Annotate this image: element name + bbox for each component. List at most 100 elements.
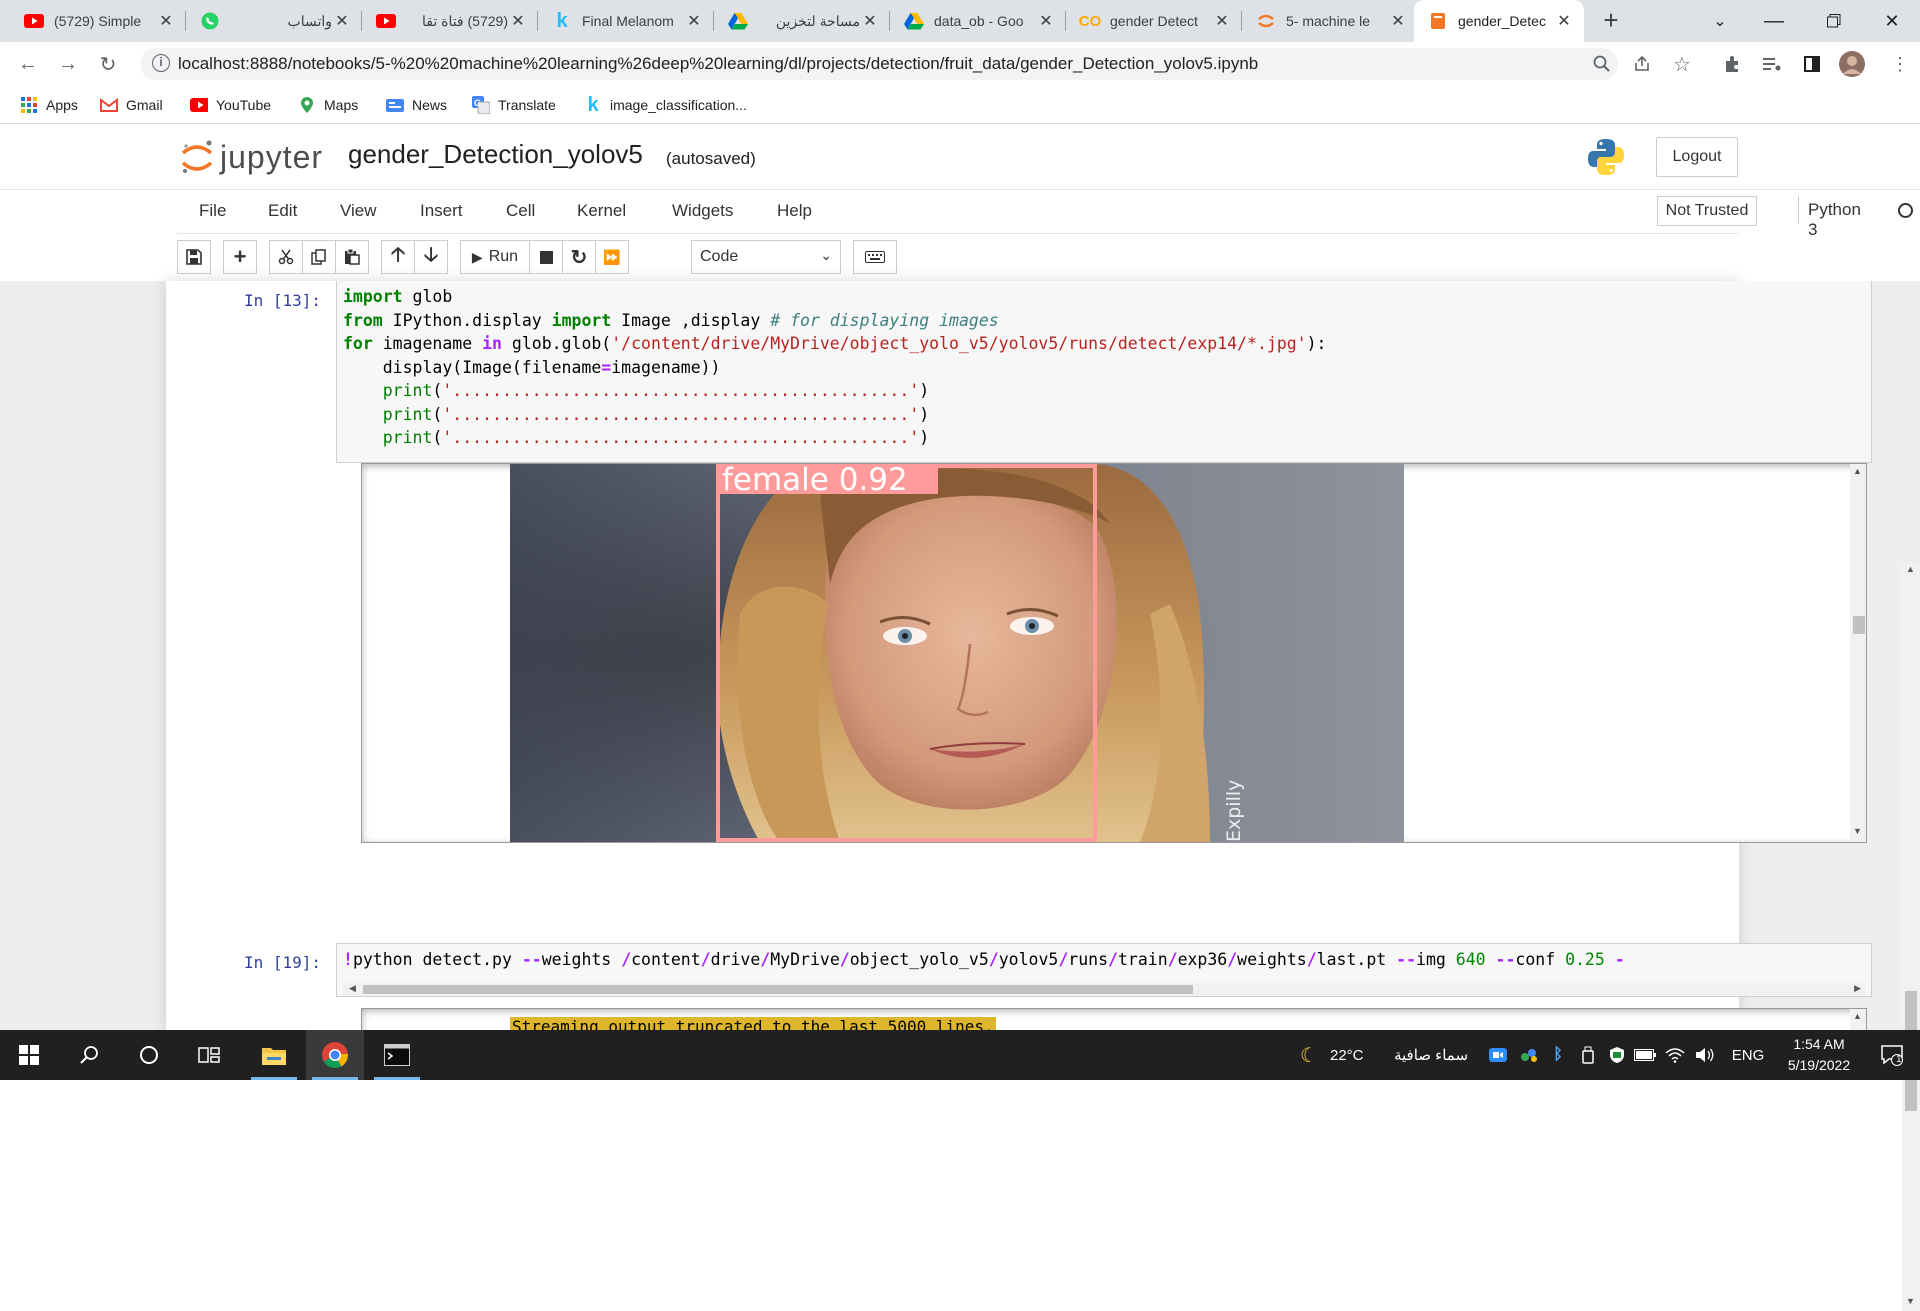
menu-insert[interactable]: Insert: [420, 201, 463, 221]
close-tab-icon[interactable]: ✕: [1388, 11, 1408, 31]
close-tab-icon[interactable]: ✕: [332, 11, 352, 31]
zoom-meetings-icon[interactable]: [1488, 1030, 1508, 1080]
volume-icon[interactable]: [1694, 1030, 1716, 1080]
colab-icon: CO: [1078, 12, 1102, 30]
save-icon[interactable]: [177, 240, 211, 274]
minimize-icon[interactable]: —: [1746, 0, 1802, 42]
logout-button[interactable]: Logout: [1656, 137, 1738, 177]
menu-cell[interactable]: Cell: [506, 201, 535, 221]
copy-icon[interactable]: [302, 240, 336, 274]
menu-view[interactable]: View: [340, 201, 377, 221]
page-scrollbar[interactable]: ▲ ▼: [1902, 562, 1920, 1311]
interrupt-kernel-icon[interactable]: [529, 240, 563, 274]
share-icon[interactable]: [1628, 50, 1656, 78]
menu-kernel[interactable]: Kernel: [577, 201, 626, 221]
close-tab-icon[interactable]: ✕: [156, 11, 176, 31]
jupyter-logo[interactable]: jupyter: [180, 137, 323, 177]
input-language[interactable]: ENG: [1728, 1030, 1768, 1080]
command-palette-keyboard-icon[interactable]: [853, 240, 897, 274]
bookmarks-bar: Apps Gmail YouTube Maps News G Translate…: [0, 86, 1920, 124]
tab-gender-detection-active[interactable]: gender_Detec ✕: [1414, 0, 1584, 42]
output-scrollbar[interactable]: ▲ ▼: [1850, 464, 1866, 842]
move-up-icon[interactable]: 🡡: [381, 240, 415, 274]
bookmark-star-icon[interactable]: ☆: [1668, 50, 1696, 78]
battery-icon[interactable]: [1634, 1030, 1656, 1080]
close-tab-icon[interactable]: ✕: [684, 11, 704, 31]
reload-icon[interactable]: ↻: [94, 50, 122, 78]
windows-start-icon[interactable]: [0, 1030, 58, 1080]
usb-device-icon[interactable]: [1578, 1030, 1598, 1080]
bookmark-image-classification[interactable]: k image_classification...: [584, 86, 747, 124]
menu-file[interactable]: File: [199, 201, 226, 221]
tab-kaggle-melanoma[interactable]: k Final Melanom ✕: [538, 0, 714, 42]
side-panel-icon[interactable]: [1798, 50, 1826, 78]
search-icon[interactable]: [60, 1030, 118, 1080]
bookmark-translate[interactable]: G Translate: [472, 86, 556, 124]
bookmark-apps[interactable]: Apps: [20, 86, 78, 124]
bookmark-news[interactable]: News: [386, 86, 447, 124]
detection-label: female 0.92: [722, 464, 908, 498]
security-shield-icon[interactable]: [1606, 1030, 1628, 1080]
translate-icon: G: [472, 96, 490, 114]
wifi-icon[interactable]: [1664, 1030, 1686, 1080]
cell-output-scroll-area[interactable]: female 0.92 Expilly ▲ ▼: [361, 463, 1867, 843]
notebook-container: In [13]: import glob from IPython.displa…: [0, 281, 1920, 1311]
close-tab-icon[interactable]: ✕: [1212, 11, 1232, 31]
notebook-name[interactable]: gender_Detection_yolov5: [348, 139, 643, 170]
menu-edit[interactable]: Edit: [268, 201, 297, 221]
file-explorer-icon[interactable]: [245, 1030, 303, 1080]
back-icon[interactable]: ←: [14, 50, 42, 78]
profile-avatar[interactable]: [1838, 50, 1866, 78]
bookmark-youtube[interactable]: YouTube: [190, 86, 271, 124]
code-cell-input[interactable]: import glob from IPython.display import …: [336, 281, 1872, 463]
cut-icon[interactable]: [269, 240, 303, 274]
close-tab-icon[interactable]: ✕: [508, 11, 528, 31]
tab-drive-storage[interactable]: مساحة لتخزين ✕: [714, 0, 890, 42]
move-down-icon[interactable]: 🡣: [414, 240, 448, 274]
code-horizontal-scrollbar[interactable]: ◀ ▶: [343, 983, 1865, 996]
extensions-icon[interactable]: [1718, 50, 1746, 78]
notification-center-icon[interactable]: 1: [1872, 1030, 1912, 1080]
cell-type-select[interactable]: Code ⌄: [691, 240, 841, 274]
chrome-menu-icon[interactable]: ⋮: [1886, 50, 1914, 78]
close-tab-icon[interactable]: ✕: [1554, 11, 1574, 31]
paste-icon[interactable]: [335, 240, 369, 274]
forward-icon[interactable]: →: [54, 50, 82, 78]
insert-cell-icon[interactable]: +: [223, 240, 257, 274]
network-share-icon[interactable]: [1518, 1030, 1540, 1080]
menu-widgets[interactable]: Widgets: [672, 201, 733, 221]
trust-status-button[interactable]: Not Trusted: [1657, 196, 1757, 226]
bluetooth-icon[interactable]: ᛒ: [1548, 1030, 1568, 1080]
site-info-icon[interactable]: i: [152, 54, 170, 72]
tab-search-icon[interactable]: ⌄: [1692, 0, 1748, 42]
weather-temperature[interactable]: 22°C: [1330, 1030, 1364, 1080]
address-bar[interactable]: i localhost:8888/notebooks/5-%20%20machi…: [140, 48, 1618, 80]
close-tab-icon[interactable]: ✕: [1036, 11, 1056, 31]
system-clock[interactable]: 1:54 AM 5/19/2022: [1774, 1034, 1864, 1076]
image-watermark: Expilly: [1223, 780, 1245, 842]
restore-icon[interactable]: [1806, 0, 1862, 42]
restart-kernel-icon[interactable]: ↻: [562, 240, 596, 274]
menu-help[interactable]: Help: [777, 201, 812, 221]
reading-list-icon[interactable]: [1758, 50, 1786, 78]
close-tab-icon[interactable]: ✕: [860, 11, 880, 31]
tab-youtube-simple[interactable]: (5729) Simple ✕: [10, 0, 186, 42]
bookmark-gmail[interactable]: Gmail: [100, 86, 163, 124]
weather-description[interactable]: سماء صافية: [1386, 1030, 1476, 1080]
chrome-icon[interactable]: [306, 1030, 364, 1080]
tab-whatsapp[interactable]: واتساب ✕: [186, 0, 362, 42]
tab-youtube-arabic[interactable]: (5729) فتاة تقا ✕: [362, 0, 538, 42]
task-view-icon[interactable]: [180, 1030, 238, 1080]
zoom-icon[interactable]: [1588, 50, 1616, 78]
restart-run-all-icon[interactable]: ⏩: [595, 240, 629, 274]
cortana-icon[interactable]: [120, 1030, 178, 1080]
tab-colab-gender[interactable]: CO gender Detect ✕: [1066, 0, 1242, 42]
tab-jupyter-ml[interactable]: 5- machine le ✕: [1242, 0, 1418, 42]
tab-drive-data-ob[interactable]: data_ob - Goo ✕: [890, 0, 1066, 42]
close-window-icon[interactable]: ✕: [1864, 0, 1920, 42]
bookmark-maps[interactable]: Maps: [298, 86, 358, 124]
terminal-icon[interactable]: [368, 1030, 426, 1080]
run-button[interactable]: ▶ Run: [460, 240, 530, 274]
new-tab-button[interactable]: +: [1596, 6, 1626, 36]
weather-moon-icon[interactable]: ☾: [1296, 1030, 1322, 1080]
